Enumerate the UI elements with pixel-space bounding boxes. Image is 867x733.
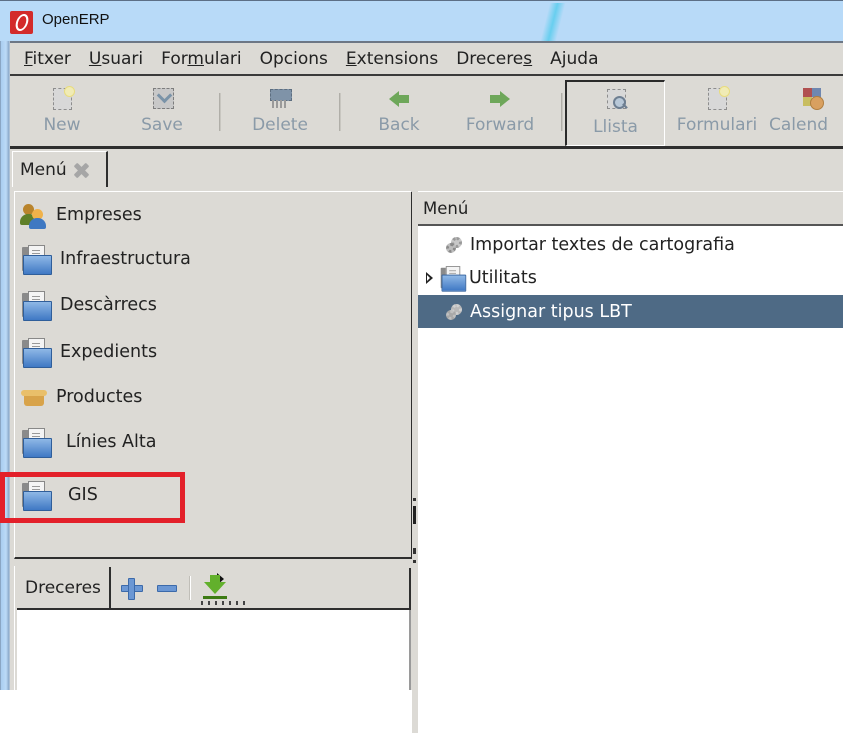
gears-icon bbox=[444, 302, 464, 322]
tree-header-label: Menú bbox=[423, 198, 469, 218]
menu-opcions[interactable]: Opcions bbox=[252, 49, 336, 69]
back-button-label: Back bbox=[378, 115, 420, 135]
back-arrow-icon bbox=[387, 86, 411, 110]
tab-menu-label: Menú bbox=[20, 159, 67, 180]
expand-arrow-icon[interactable] bbox=[426, 271, 433, 284]
sidebar-item-label: Productes bbox=[56, 387, 143, 407]
gears-icon bbox=[444, 235, 464, 255]
toolbar-separator bbox=[219, 93, 221, 131]
gis-highlight-annotation bbox=[0, 472, 185, 523]
save-button-label: Save bbox=[141, 115, 183, 135]
toolbar: New Save Delete Back Forward Llista Form… bbox=[10, 80, 843, 149]
client-area: Fitxer Usuari Formulari Opcions Extensio… bbox=[10, 43, 843, 733]
go-to-shortcut-icon[interactable] bbox=[201, 574, 229, 602]
shortcuts-label: Dreceres bbox=[17, 567, 111, 609]
menu-ajuda[interactable]: Ajuda bbox=[542, 49, 606, 69]
form-view-button[interactable]: Formulari bbox=[665, 80, 769, 146]
sidebar-item-infraestructura[interactable]: Infraestructura bbox=[20, 242, 191, 276]
forward-arrow-icon bbox=[488, 86, 512, 110]
form-document-icon bbox=[705, 86, 730, 110]
window-title: OpenERP bbox=[42, 11, 110, 28]
product-box-icon bbox=[20, 383, 48, 411]
title-bar-glare bbox=[540, 3, 566, 41]
window-frame-left bbox=[0, 0, 10, 690]
remove-shortcut-icon[interactable] bbox=[153, 574, 181, 602]
back-button[interactable]: Back bbox=[350, 80, 448, 146]
tree-row[interactable]: Utilitats bbox=[418, 261, 843, 294]
shortcuts-toolbar: Dreceres bbox=[17, 567, 411, 610]
save-icon bbox=[150, 86, 174, 110]
menu-bar: Fitxer Usuari Formulari Opcions Extensio… bbox=[10, 43, 843, 76]
calendar-view-label: Calendar bbox=[769, 115, 829, 135]
tree-row-label: Utilitats bbox=[469, 267, 537, 288]
shortcuts-panel: Dreceres bbox=[14, 566, 411, 690]
new-button[interactable]: New bbox=[10, 80, 114, 146]
openerp-logo-icon bbox=[10, 11, 33, 34]
shortcuts-list[interactable] bbox=[17, 610, 411, 690]
list-view-label: Llista bbox=[593, 117, 638, 137]
sidebar-item-linies-alta[interactable]: Línies Alta bbox=[20, 425, 156, 459]
folder-icon bbox=[439, 265, 467, 292]
delete-button-label: Delete bbox=[252, 115, 308, 135]
folder-icon bbox=[20, 427, 52, 458]
forward-button-label: Forward bbox=[465, 115, 535, 135]
list-view-button[interactable]: Llista bbox=[565, 80, 665, 146]
folder-icon bbox=[20, 244, 52, 275]
calendar-view-button[interactable]: Calendar bbox=[769, 80, 829, 146]
tab-strip: Menú bbox=[10, 149, 843, 189]
title-bar[interactable]: OpenERP bbox=[0, 0, 843, 44]
form-view-label: Formulari bbox=[676, 115, 758, 135]
sidebar-item-label: Infraestructura bbox=[60, 249, 191, 269]
menu-tree: Menú Importar textes de cartografia Util… bbox=[418, 191, 843, 733]
sidebar-item-label: Descàrrecs bbox=[60, 295, 157, 315]
menu-usuari[interactable]: Usuari bbox=[81, 49, 151, 69]
forward-button[interactable]: Forward bbox=[448, 80, 552, 146]
partners-icon bbox=[20, 201, 48, 229]
tab-menu[interactable]: Menú bbox=[12, 151, 108, 187]
delete-button[interactable]: Delete bbox=[230, 80, 330, 146]
sidebar-item-label: Línies Alta bbox=[66, 432, 157, 452]
menu-dreceres[interactable]: Dreceres bbox=[448, 49, 540, 69]
tree-column-header[interactable]: Menú bbox=[418, 191, 843, 226]
calendar-icon bbox=[799, 86, 824, 110]
sidebar-item-label: Empreses bbox=[56, 205, 142, 225]
sidebar-item-empreses[interactable]: Empreses bbox=[20, 198, 142, 232]
add-shortcut-icon[interactable] bbox=[117, 574, 145, 602]
save-button[interactable]: Save bbox=[114, 80, 210, 146]
sidebar-item-expedients[interactable]: Expedients bbox=[20, 335, 157, 369]
folder-icon bbox=[20, 290, 52, 321]
toolbar-separator bbox=[339, 93, 341, 131]
new-button-label: New bbox=[43, 115, 81, 135]
tree-row-label: Importar textes de cartografia bbox=[470, 234, 735, 255]
toolbar-separator bbox=[188, 576, 191, 600]
sidebar-item-productes[interactable]: Productes bbox=[20, 380, 142, 414]
menu-formulari[interactable]: Formulari bbox=[153, 49, 249, 69]
sidebar-item-descarrecs[interactable]: Descàrrecs bbox=[20, 288, 157, 322]
tree-row-label: Assignar tipus LBT bbox=[470, 301, 632, 322]
menu-fitxer[interactable]: Fitxer bbox=[10, 49, 79, 69]
sidebar-item-label: Expedients bbox=[60, 342, 158, 362]
menu-extensions[interactable]: Extensions bbox=[338, 49, 446, 69]
folder-icon bbox=[20, 337, 52, 368]
shredder-icon bbox=[268, 86, 292, 110]
tree-row-selected[interactable]: Assignar tipus LBT bbox=[418, 295, 843, 328]
list-search-icon bbox=[604, 88, 628, 112]
tree-row[interactable]: Importar textes de cartografia bbox=[418, 228, 843, 261]
new-document-icon bbox=[50, 86, 75, 110]
toolbar-separator bbox=[561, 93, 563, 131]
close-tab-icon[interactable] bbox=[73, 162, 89, 178]
